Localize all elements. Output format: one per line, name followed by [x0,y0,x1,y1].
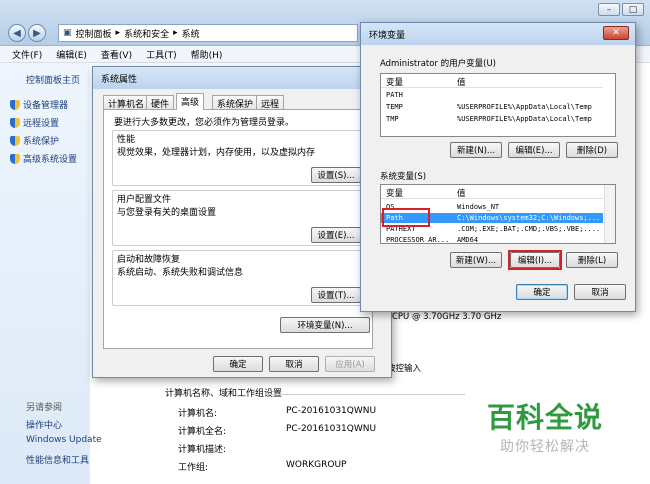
watermark-subtitle: 助你轻松解决 [500,439,590,455]
breadcrumb-0[interactable]: 控制面板 [76,27,112,40]
section-divider [265,394,465,395]
row-value: PC-20161031QWNU [286,406,377,416]
user-variables-list[interactable]: 变量 值 PATH TEMP %USERPROFILE%\AppData\Loca… [380,73,616,137]
system-list-scrollbar[interactable] [604,185,615,243]
row-label: 计算机名: [178,409,218,419]
tab-hardware[interactable]: 硬件 [146,95,175,110]
startup-group: 启动和故障恢复 系统启动、系统失败和调试信息 设置(T)... [112,250,364,306]
edit-highlight-box [508,250,562,270]
sidebar-item-protection[interactable]: 系统保护 [10,134,59,147]
list-item[interactable]: TMP %USERPROFILE%\AppData\Local\Temp [381,114,603,124]
sidebar-item-remote[interactable]: 远程设置 [10,116,59,129]
menu-edit[interactable]: 编辑(E) [56,48,87,61]
row-label: 计算机描述: [178,445,227,455]
envvars-title: 环境变量 [369,31,406,41]
performance-group: 性能 视觉效果，处理器计划，内存使用，以及虚拟内存 设置(S)... [112,130,364,186]
menu-tools[interactable]: 工具(T) [146,48,177,61]
breadcrumb-2[interactable]: 系统 [182,27,200,40]
sysprops-ok-button[interactable]: 确定 [213,356,263,372]
see-also-label: 另请参阅 [26,403,63,413]
computer-icon: ▣ [63,28,72,38]
environment-variables-button[interactable]: 环境变量(N)... [280,317,370,333]
user-list-header: 变量 值 [381,74,603,88]
minimize-icon[interactable]: – [598,3,620,16]
section-title: 计算机名称、域和工作组设置 [165,389,283,399]
envvars-ok-button[interactable]: 确定 [516,284,568,300]
path-highlight-box [382,208,430,227]
breadcrumb-1[interactable]: 系统和安全 [124,27,169,40]
shield-icon [10,117,20,128]
shield-icon [10,135,20,146]
tab-remote[interactable]: 远程 [256,95,285,110]
sysprops-title: 系统属性 [101,75,138,85]
back-icon[interactable]: ◀ [8,24,26,42]
new-system-var-button[interactable]: 新建(W)... [450,252,502,268]
shield-icon [10,153,20,164]
window-controls: – □ [598,3,644,16]
maximize-icon[interactable]: □ [622,3,644,16]
sidebar: 控制面板主页 设备管理器 远程设置 系统保护 高级系统设置 另请参阅 操作中心 … [0,63,102,484]
user-vars-label: Administrator 的用户变量(U) [380,59,496,69]
system-list-header: 变量 值 [381,185,603,199]
sidebar-home[interactable]: 控制面板主页 [26,73,80,86]
performance-settings-button[interactable]: 设置(S)... [311,167,361,183]
menu-view[interactable]: 查看(V) [101,48,132,61]
row-value: PC-20161031QWNU [286,424,377,434]
list-item[interactable]: TEMP %USERPROFILE%\AppData\Local\Temp [381,102,603,112]
touch-info: 被控输入 [387,364,422,374]
list-item[interactable]: PROCESSOR_AR... AMD64 [381,235,603,243]
admin-note: 要进行大多数更改，您必须作为管理员登录。 [114,118,295,128]
envvars-cancel-button[interactable]: 取消 [574,284,626,300]
cpu-info: CPU @ 3.70GHz 3.70 GHz [392,312,502,322]
envvars-titlebar: 环境变量 [361,23,635,45]
system-vars-label: 系统变量(S) [380,172,427,182]
profile-group: 用户配置文件 与您登录有关的桌面设置 设置(E)... [112,190,364,246]
row-label: 计算机全名: [178,427,227,437]
sidebar-item-device-manager[interactable]: 设备管理器 [10,98,68,111]
sidebar-windows-update[interactable]: Windows Update [26,435,102,445]
edit-user-var-button[interactable]: 编辑(E)... [508,142,560,158]
sidebar-item-advanced[interactable]: 高级系统设置 [10,152,77,165]
close-icon[interactable]: ✕ [603,26,629,40]
menu-help[interactable]: 帮助(H) [191,48,223,61]
forward-icon[interactable]: ▶ [28,24,46,42]
row-value: WORKGROUP [286,460,347,470]
startup-desc: 系统启动、系统失败和调试信息 [117,268,244,278]
sidebar-performance[interactable]: 性能信息和工具 [26,453,89,466]
advanced-tab-panel: 要进行大多数更改，您必须作为管理员登录。 性能 视觉效果，处理器计划，内存使用，… [103,109,373,349]
watermark-title: 百科全说 [486,401,603,434]
row-label: 工作组: [178,463,209,473]
sidebar-action-center[interactable]: 操作中心 [26,418,62,431]
performance-title: 性能 [117,135,136,145]
profile-settings-button[interactable]: 设置(E)... [311,227,361,243]
delete-system-var-button[interactable]: 删除(L) [566,252,618,268]
tab-system-protection[interactable]: 系统保护 [212,95,259,110]
startup-settings-button[interactable]: 设置(T)... [311,287,361,303]
shield-icon [10,99,20,110]
list-item[interactable]: PATH [381,90,603,100]
new-user-var-button[interactable]: 新建(N)... [450,142,502,158]
sysprops-apply-button[interactable]: 应用(A) [325,356,375,372]
profile-desc: 与您登录有关的桌面设置 [117,208,217,218]
performance-desc: 视觉效果，处理器计划，内存使用，以及虚拟内存 [117,148,316,158]
tab-computer-name[interactable]: 计算机名 [103,95,150,110]
startup-title: 启动和故障恢复 [117,255,181,265]
tab-advanced[interactable]: 高级 [176,93,205,110]
profile-title: 用户配置文件 [117,195,172,205]
address-bar[interactable]: ▣ 控制面板 ▸ 系统和安全 ▸ 系统 [58,24,358,42]
sysprops-titlebar: 系统属性 [93,67,391,89]
watermark: 百科全说 助你轻松解决 [480,396,610,456]
menu-file[interactable]: 文件(F) [12,48,42,61]
delete-user-var-button[interactable]: 删除(D) [566,142,618,158]
sysprops-cancel-button[interactable]: 取消 [269,356,319,372]
